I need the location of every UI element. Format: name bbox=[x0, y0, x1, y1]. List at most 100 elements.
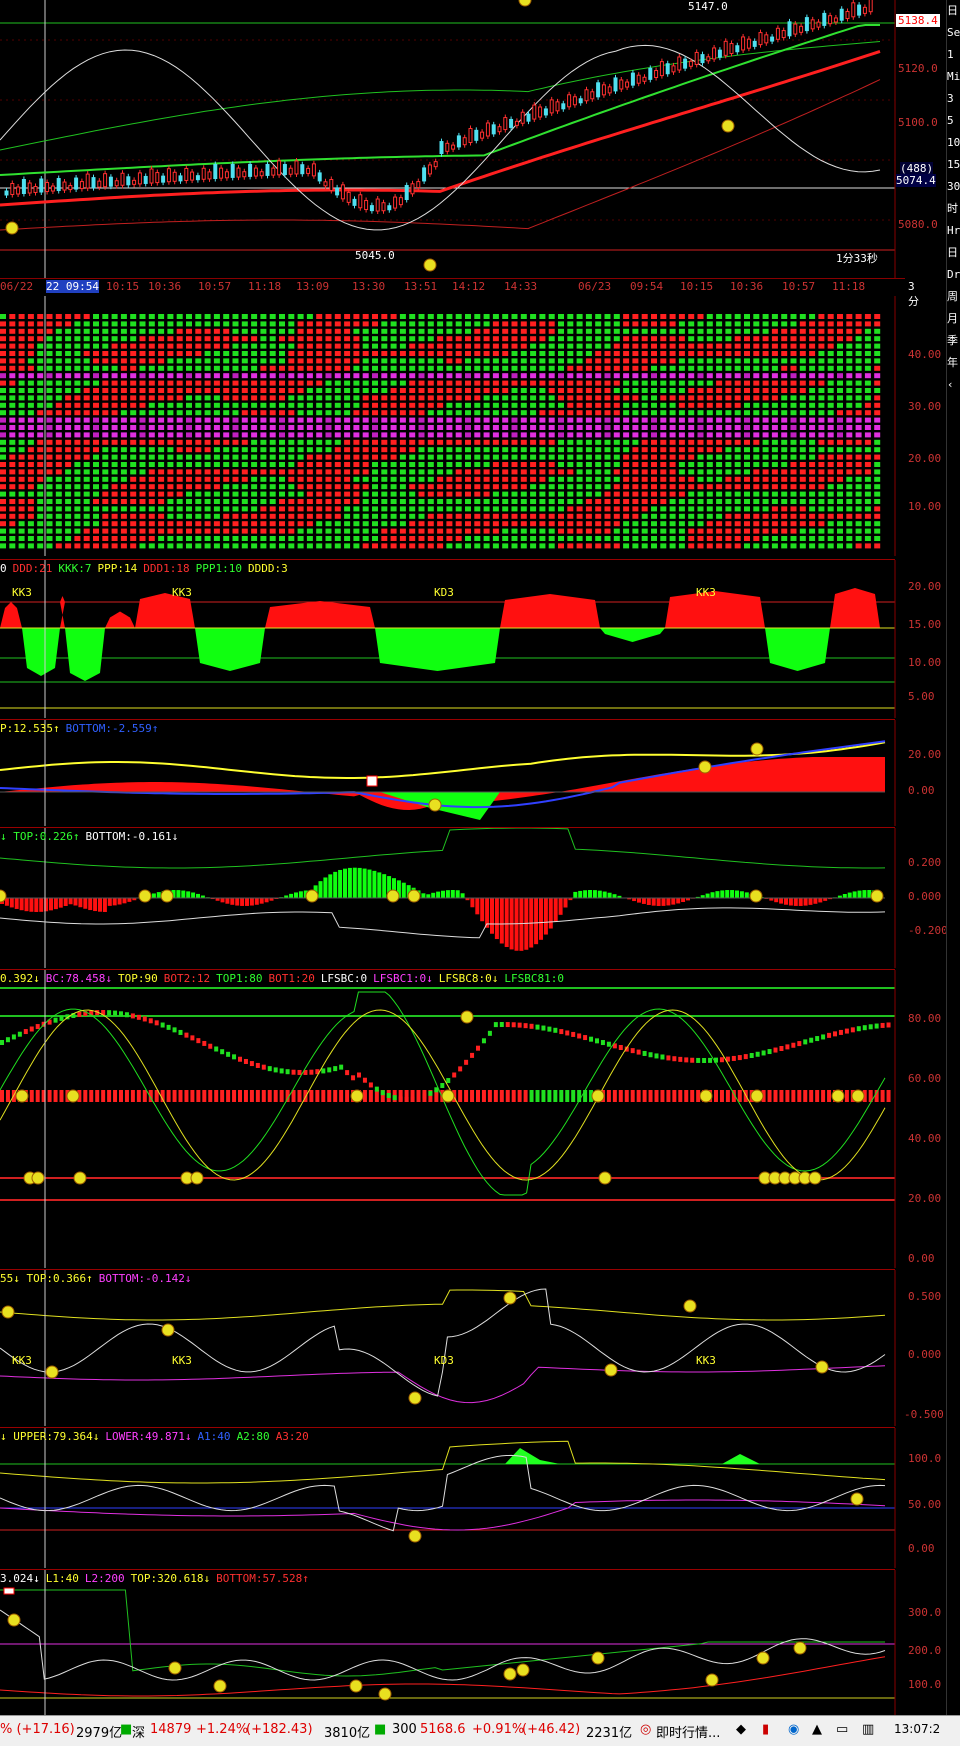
line-indicator-canvas-3[interactable] bbox=[0, 1570, 960, 1715]
grid-cell bbox=[353, 403, 359, 408]
tray-icon-3[interactable]: ◉ bbox=[788, 1722, 799, 1737]
sidebar-item[interactable]: 周 bbox=[947, 286, 960, 308]
oscillator-pane[interactable]: ↓ TOP:0.226↑BOTTOM:-0.161↓ 0.200 0.000 -… bbox=[0, 828, 960, 968]
tray-icon-4[interactable]: ▲ bbox=[812, 1722, 822, 1737]
grid-cell bbox=[456, 329, 462, 334]
grid-cell bbox=[419, 366, 425, 371]
grid-cell bbox=[567, 432, 573, 437]
sidebar-item[interactable]: ‹ bbox=[947, 374, 960, 396]
line-indicator-canvas-1[interactable] bbox=[0, 1270, 960, 1426]
grid-cell bbox=[837, 484, 843, 489]
c300-index-name[interactable]: 300 bbox=[392, 1722, 417, 1737]
grid-cell bbox=[605, 455, 611, 460]
sidebar-item[interactable]: 3 bbox=[947, 88, 960, 110]
tray-icon-1[interactable]: ◆ bbox=[736, 1722, 746, 1737]
grid-cell bbox=[391, 366, 397, 371]
sidebar-item[interactable]: Se bbox=[947, 22, 960, 44]
price-chart-canvas[interactable] bbox=[0, 0, 960, 278]
pane-divider[interactable] bbox=[0, 969, 895, 970]
grid-cell bbox=[558, 477, 564, 482]
sidebar-item[interactable]: 月 bbox=[947, 308, 960, 330]
grid-cell bbox=[837, 366, 843, 371]
pane-divider[interactable] bbox=[0, 1269, 895, 1270]
kk-indicator-canvas[interactable] bbox=[0, 560, 960, 718]
sidebar-item[interactable]: 30 bbox=[947, 176, 960, 198]
sidebar-item[interactable]: 1 bbox=[947, 44, 960, 66]
grid-cell bbox=[353, 373, 359, 378]
grid-cell bbox=[577, 329, 583, 334]
grid-cell bbox=[437, 321, 443, 326]
pane-divider[interactable] bbox=[0, 719, 895, 720]
grid-cell bbox=[437, 432, 443, 437]
sidebar-item[interactable]: 日 bbox=[947, 242, 960, 264]
sidebar-item[interactable]: 15 bbox=[947, 154, 960, 176]
tray-icon-2[interactable]: ▮ bbox=[762, 1722, 769, 1737]
grid-cell bbox=[409, 314, 415, 319]
sidebar-item[interactable]: Mi bbox=[947, 66, 960, 88]
grid-cell bbox=[539, 329, 545, 334]
grid-cell bbox=[28, 344, 34, 349]
grid-cell bbox=[316, 462, 322, 467]
grid-cell bbox=[800, 351, 806, 356]
grid-cell bbox=[93, 499, 99, 504]
macd-pane[interactable]: P:12.535↑BOTTOM:-2.559↑ 20.00 0.00 bbox=[0, 720, 960, 826]
sidebar-item[interactable]: Dr bbox=[947, 264, 960, 286]
grid-cell bbox=[335, 432, 341, 437]
grid-cell bbox=[167, 358, 173, 363]
grid-cell bbox=[688, 492, 694, 497]
macd-canvas[interactable] bbox=[0, 720, 960, 826]
sidebar-item[interactable]: 年 bbox=[947, 352, 960, 374]
grid-cell bbox=[558, 358, 564, 363]
sidebar-item[interactable]: 时 bbox=[947, 198, 960, 220]
sidebar-item[interactable]: Hr bbox=[947, 220, 960, 242]
line-indicator-pane-1[interactable]: 55↓ TOP:0.366↑BOTTOM:-0.142↓ KK3 KK3 KD3… bbox=[0, 1270, 960, 1426]
candle bbox=[481, 132, 484, 138]
grid-cell bbox=[567, 529, 573, 534]
pane-divider[interactable] bbox=[0, 1569, 895, 1570]
line-indicator-canvas-2[interactable] bbox=[0, 1428, 960, 1568]
grid-cell bbox=[288, 329, 294, 334]
pane-divider[interactable] bbox=[0, 559, 895, 560]
grid-cell bbox=[112, 388, 118, 393]
grid-cell bbox=[37, 432, 43, 437]
grid-cell bbox=[102, 366, 108, 371]
sidebar-item[interactable]: 日 bbox=[947, 0, 960, 22]
sz-index-name[interactable]: 深 bbox=[132, 1722, 145, 1741]
oscillator-canvas[interactable] bbox=[0, 828, 960, 968]
kdj-canvas[interactable] bbox=[0, 970, 960, 1268]
signal-grid-pane[interactable]: 40.00 30.00 20.00 10.00 bbox=[0, 296, 960, 556]
grid-cell bbox=[381, 425, 387, 430]
line-indicator-pane-3[interactable]: 3.024↓L1:40L2:200TOP:320.618↓BOTTOM:57.5… bbox=[0, 1570, 960, 1715]
grid-cell bbox=[112, 418, 118, 423]
line-indicator-pane-2[interactable]: ↓ UPPER:79.364↓LOWER:49.871↓A1:40A2:80A3… bbox=[0, 1428, 960, 1568]
grid-cell bbox=[558, 329, 564, 334]
grid-cell bbox=[409, 403, 415, 408]
main-price-chart[interactable]: 5147.0 5045.0 5138.4 5120.0 5100.0 5080.… bbox=[0, 0, 960, 278]
time-tick-selected[interactable]: 22 09:54 bbox=[46, 280, 99, 293]
grid-cell bbox=[307, 425, 313, 430]
sidebar-item[interactable]: 季 bbox=[947, 330, 960, 352]
grid-cell bbox=[74, 455, 80, 460]
news-icon[interactable]: ◎ bbox=[640, 1722, 651, 1737]
sidebar-item[interactable]: 5 bbox=[947, 110, 960, 132]
grid-cell bbox=[846, 455, 852, 460]
kdj-pane[interactable]: 0.392↓BC:78.458↓TOP:90BOT2:12TOP1:80BOT1… bbox=[0, 970, 960, 1268]
tray-icon-5[interactable]: ▭ bbox=[836, 1722, 848, 1737]
grid-cell bbox=[502, 336, 508, 341]
sidebar-item[interactable]: 10 bbox=[947, 132, 960, 154]
band-bar bbox=[315, 1090, 319, 1102]
pane-divider[interactable] bbox=[0, 1427, 895, 1428]
grid-cell bbox=[772, 403, 778, 408]
tray-icon-6[interactable]: ▥ bbox=[862, 1722, 874, 1737]
pane-divider[interactable] bbox=[0, 827, 895, 828]
grid-cell bbox=[651, 329, 657, 334]
band-bar bbox=[333, 1090, 337, 1102]
grid-cell bbox=[419, 529, 425, 534]
kdj-step bbox=[417, 1096, 421, 1101]
grid-cell bbox=[735, 425, 741, 430]
signal-grid-canvas[interactable] bbox=[0, 296, 960, 556]
kk-indicator-pane[interactable]: 0DDD:21KKK:7PPP:14DDD1:18PPP1:10DDDD:3 K… bbox=[0, 560, 960, 718]
grid-cell bbox=[233, 403, 239, 408]
news-ticker-button[interactable]: 即时行情... bbox=[656, 1722, 720, 1741]
period-sidebar[interactable]: 日Se1Mi35101530时Hr日Dr周月季年‹ bbox=[946, 0, 960, 1715]
